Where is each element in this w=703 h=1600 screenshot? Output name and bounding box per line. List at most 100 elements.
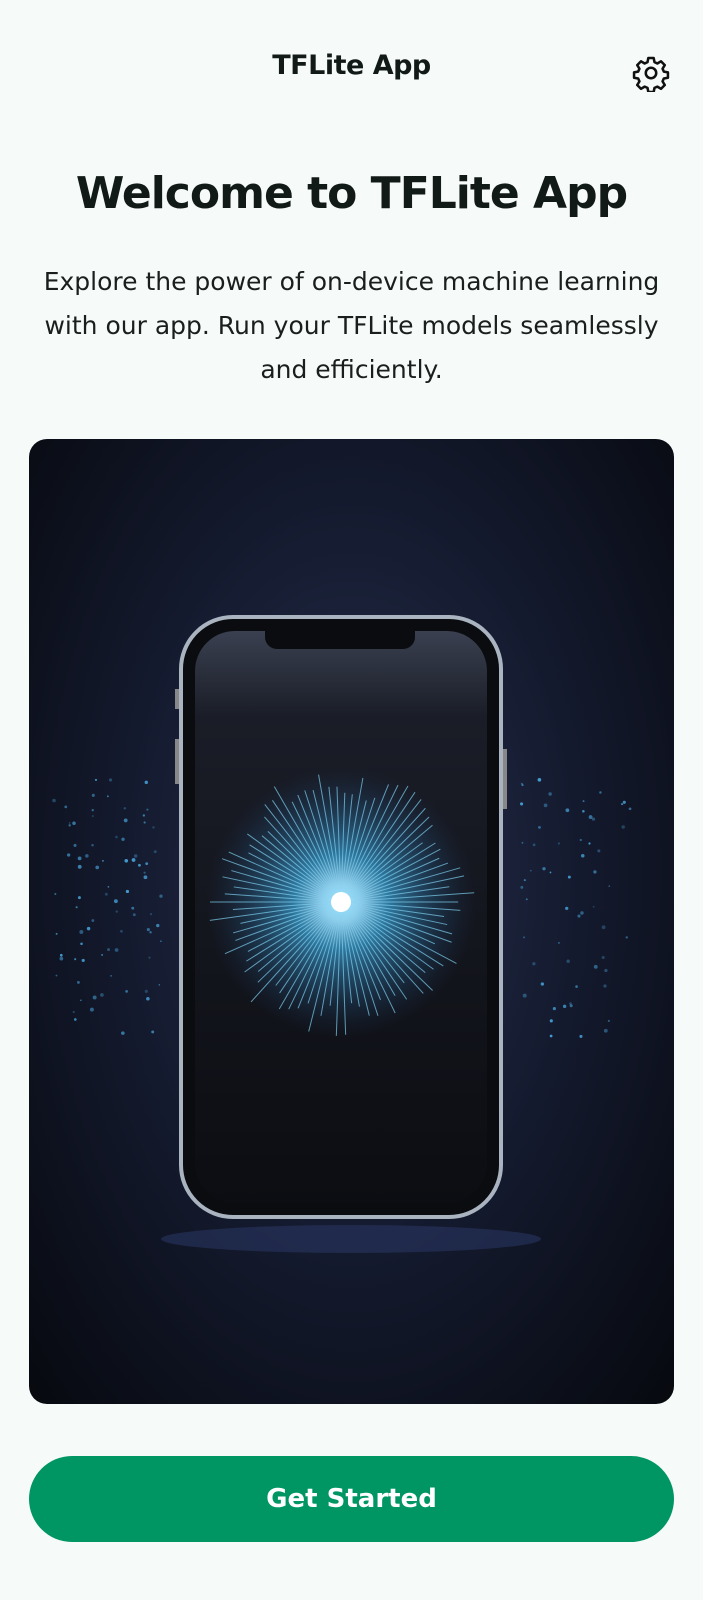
particle — [92, 815, 94, 817]
particle — [562, 1004, 567, 1009]
particle — [80, 942, 83, 946]
hero-illustration — [29, 439, 674, 1404]
particle — [102, 860, 104, 862]
particle — [138, 863, 141, 867]
particle — [74, 1018, 77, 1021]
particle — [77, 856, 82, 861]
particle — [538, 825, 541, 829]
particle — [77, 864, 82, 869]
particle — [55, 974, 58, 977]
get-started-button[interactable]: Get Started — [29, 1456, 674, 1542]
particle — [593, 964, 598, 969]
particle — [115, 910, 118, 913]
particle — [593, 870, 597, 874]
particle — [101, 954, 104, 956]
app-title: TFLite App — [272, 50, 431, 81]
particle — [81, 958, 85, 962]
particle — [124, 859, 129, 863]
particle — [143, 821, 146, 824]
particle — [121, 837, 125, 841]
particle — [592, 905, 595, 908]
particle — [548, 792, 552, 796]
particle — [55, 932, 58, 935]
particle — [125, 990, 128, 993]
particle — [558, 942, 560, 944]
particle — [597, 849, 601, 853]
particle — [567, 875, 571, 879]
particle — [142, 814, 145, 817]
particle — [143, 871, 146, 874]
particle — [54, 892, 57, 895]
particle — [146, 928, 150, 932]
particle — [549, 871, 552, 874]
particle — [106, 795, 109, 798]
particle — [601, 956, 605, 960]
particle — [621, 803, 624, 806]
particle — [156, 923, 160, 928]
particle — [107, 948, 110, 952]
particle — [580, 854, 585, 858]
particle — [569, 1002, 572, 1005]
particle — [92, 995, 97, 1000]
particle — [591, 817, 596, 821]
particle — [601, 925, 606, 930]
particle — [582, 800, 585, 803]
particle — [603, 984, 607, 988]
particle — [549, 1019, 553, 1023]
particle — [104, 892, 108, 896]
particle — [153, 850, 157, 854]
particle — [522, 993, 527, 998]
particle — [159, 894, 163, 898]
particle — [537, 777, 542, 782]
particle — [77, 981, 80, 984]
particle — [566, 959, 570, 963]
particle — [577, 914, 581, 918]
particle — [603, 1028, 608, 1033]
particle — [149, 931, 152, 934]
particle — [542, 867, 546, 871]
particle — [125, 889, 130, 894]
particle — [520, 802, 524, 806]
gear-icon[interactable] — [632, 54, 670, 92]
particle — [123, 807, 126, 810]
particle — [94, 778, 98, 781]
particle — [131, 906, 135, 910]
particle — [144, 989, 148, 993]
particle — [532, 962, 536, 966]
particle — [59, 953, 63, 957]
particle — [588, 815, 593, 819]
particle — [80, 999, 82, 1002]
particle — [540, 982, 545, 986]
particle — [565, 808, 570, 813]
particle — [68, 822, 71, 824]
particle — [159, 940, 162, 943]
particle — [72, 1010, 75, 1014]
particle — [107, 886, 110, 888]
particle — [86, 926, 91, 931]
particle — [532, 843, 536, 847]
particle — [115, 835, 118, 839]
particle — [552, 1006, 556, 1011]
particle — [95, 865, 100, 870]
particle — [625, 936, 628, 939]
particle — [91, 793, 95, 797]
particle — [604, 968, 608, 973]
particle — [529, 869, 532, 872]
particle — [152, 826, 155, 829]
particle — [579, 838, 582, 842]
particle — [608, 885, 611, 888]
particle — [52, 798, 56, 803]
particle — [607, 1019, 610, 1023]
particle — [622, 800, 626, 804]
welcome-description: Explore the power of on-device machine l… — [43, 267, 660, 384]
particle — [89, 1007, 94, 1012]
particle — [523, 879, 526, 882]
particle — [79, 929, 84, 934]
particle — [557, 842, 560, 845]
particle — [91, 919, 95, 922]
particle — [131, 858, 136, 862]
particle — [85, 854, 89, 858]
particle — [72, 821, 76, 825]
particle — [59, 956, 64, 961]
particle — [77, 896, 81, 900]
